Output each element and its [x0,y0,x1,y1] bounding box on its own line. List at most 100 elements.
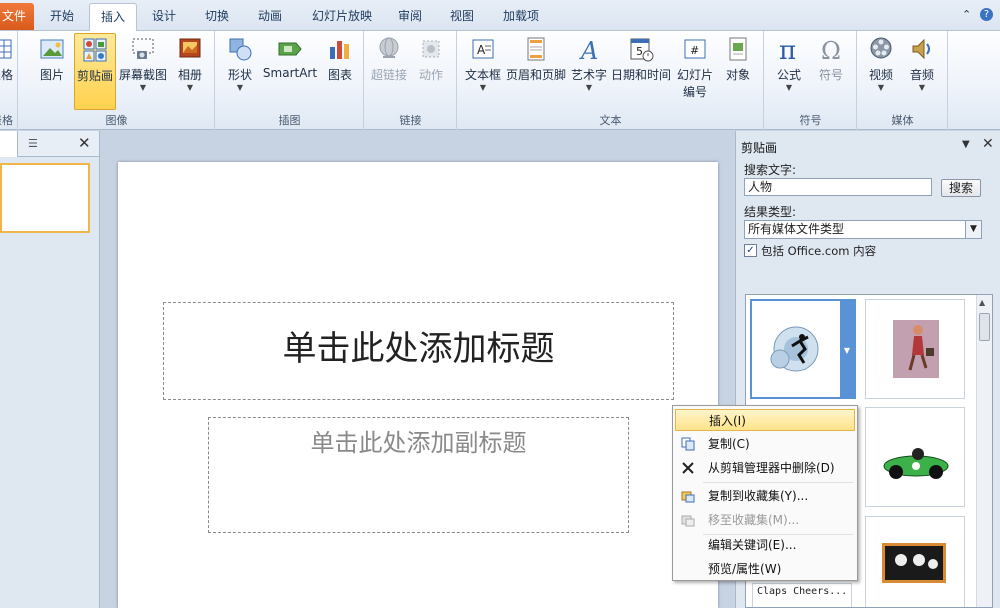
group-text: A 文本框 ▼ 页眉和页脚 A 艺术字 ▼ 5 日期和时间 # 幻灯片 编号 对… [458,31,764,130]
table-button[interactable]: 表格 [0,33,16,83]
screenshot-button[interactable]: 屏幕截图 ▼ [118,33,168,93]
search-input[interactable]: 人物 [744,178,932,196]
slide-number-label-1: 幻灯片 [676,68,713,82]
tab-review[interactable]: 审阅 [388,3,432,31]
tab-view[interactable]: 视图 [440,3,484,31]
wordart-label: 艺术字 [570,68,607,82]
clip-item-claps-cheers[interactable] [865,516,965,607]
smartart-label: SmartArt [262,66,318,80]
tab-insert[interactable]: 插入 [89,3,137,32]
menu-item-move-to-collection[interactable]: 移至收藏集(M)... [675,509,855,531]
title-placeholder[interactable]: 单击此处添加标题 [163,302,674,400]
symbol-label: 符号 [818,68,843,82]
woman-walking-clipart [893,320,939,378]
scroll-up-icon[interactable]: ▲ [979,298,985,307]
slides-tab[interactable] [0,131,18,157]
textbox-button[interactable]: A 文本框 ▼ [462,33,504,93]
outline-tab-icon[interactable]: ☰ [28,137,38,150]
hyperlink-label: 超链接 [370,68,407,82]
shapes-button[interactable]: 形状 ▼ [222,33,258,93]
album-dropdown-icon: ▼ [186,83,194,92]
tab-design[interactable]: 设计 [142,3,186,31]
menu-item-insert[interactable]: 插入(I) [675,409,855,431]
slide-number-icon: # [684,39,706,59]
move-collection-icon [681,515,695,527]
slide-number-button[interactable]: # 幻灯片 编号 [674,33,716,100]
tab-slideshow[interactable]: 幻灯片放映 [300,3,384,31]
chart-icon [330,41,349,59]
close-pane-icon[interactable]: ✕ [78,134,91,152]
action-button[interactable]: 动作 [413,33,449,83]
datetime-button[interactable]: 5 日期和时间 [610,33,672,83]
object-button[interactable]: 对象 [720,33,756,83]
search-button[interactable]: 搜索 [941,179,981,197]
picture-icon [40,39,64,59]
select-dropdown-icon[interactable]: ▼ [965,221,981,238]
tab-addins[interactable]: 加载项 [494,3,548,31]
menu-item-preview-properties[interactable]: 预览/属性(W) [675,558,855,580]
header-footer-icon [527,37,545,61]
clip-dropdown-icon[interactable]: ▼ [840,301,854,397]
audio-button[interactable]: 音频 ▼ [904,33,940,93]
hyperlink-button[interactable]: 超链接 [369,33,409,83]
video-button[interactable]: 视频 ▼ [862,33,900,93]
album-button[interactable]: 相册 ▼ [170,33,210,93]
group-symbols-label: 符号 [799,114,822,127]
tab-transitions[interactable]: 切换 [195,3,239,31]
menu-separator [703,482,853,483]
group-symbols: π 公式 ▼ Ω 符号 符号 [765,31,857,130]
smartart-button[interactable]: SmartArt [262,33,318,80]
video-label: 视频 [868,68,893,82]
group-table: 表格 表格 [0,31,18,130]
tab-animations[interactable]: 动画 [248,3,292,31]
wordart-button[interactable]: A 艺术字 ▼ [570,33,608,93]
group-media: 视频 ▼ 音频 ▼ 媒体 [858,31,948,130]
pane-options-dropdown-icon[interactable]: ▼ [962,139,970,150]
clip-item-woman-walking[interactable] [865,299,965,399]
shapes-label: 形状 [227,68,252,82]
menu-copy-label: 复制(C) [708,437,750,451]
include-office-checkbox[interactable]: ✓ [744,244,757,257]
group-images: 图片 剪贴画 屏幕截图 ▼ 相册 ▼ 图像 [19,31,215,130]
help-icon[interactable]: ? [980,8,993,21]
close-pane-icon[interactable]: ✕ [982,136,994,152]
symbol-button[interactable]: Ω 符号 [813,33,849,83]
chart-button[interactable]: 图表 [322,33,358,83]
menu-preview-properties-label: 预览/属性(W) [708,562,782,576]
slide-editor: 单击此处添加标题 单击此处添加副标题 [101,131,734,608]
menu-item-copy[interactable]: 复制(C) [675,433,855,455]
calendar-icon: 5 [630,38,654,62]
result-type-select[interactable]: 所有媒体文件类型 ▼ [744,220,982,239]
equation-label: 公式 [776,68,801,82]
shapes-icon [229,38,252,61]
scroll-thumb[interactable] [979,313,990,341]
header-footer-button[interactable]: 页眉和页脚 [504,33,568,83]
album-icon [179,38,201,58]
group-links-label: 链接 [399,114,422,127]
include-office-label: 包括 Office.com 内容 [761,244,877,258]
shapes-dropdown-icon: ▼ [236,83,244,92]
tab-home[interactable]: 开始 [40,3,84,31]
results-scrollbar[interactable]: ▲ [976,295,992,607]
subtitle-placeholder[interactable]: 单击此处添加副标题 [208,417,629,533]
screenshot-label: 屏幕截图 [118,68,167,82]
copy-collection-icon [681,491,695,503]
clip-item-gears-runner[interactable]: ▼ [750,299,856,399]
slide-thumbnail[interactable] [0,163,90,233]
clip-item-race-car[interactable] [865,407,965,507]
clipart-pane-title: 剪贴画 [741,141,778,155]
race-car-clipart [883,448,949,479]
menu-item-delete[interactable]: 从剪辑管理器中删除(D) [675,457,855,479]
minimize-ribbon-icon[interactable]: ⌃ [962,8,971,21]
equation-dropdown-icon: ▼ [785,83,793,92]
picture-button[interactable]: 图片 [31,33,73,83]
equation-button[interactable]: π 公式 ▼ [771,33,807,93]
menu-item-edit-keywords[interactable]: 编辑关键词(E)... [675,534,855,556]
clipart-button[interactable]: 剪贴画 [74,33,116,110]
slide-canvas[interactable]: 单击此处添加标题 单击此处添加副标题 [118,162,718,608]
pi-icon: π [779,36,796,63]
group-text-label: 文本 [599,114,622,127]
tab-file[interactable]: 文件 [0,3,34,30]
smartart-icon [278,42,302,56]
menu-item-copy-to-collection[interactable]: 复制到收藏集(Y)... [675,485,855,507]
